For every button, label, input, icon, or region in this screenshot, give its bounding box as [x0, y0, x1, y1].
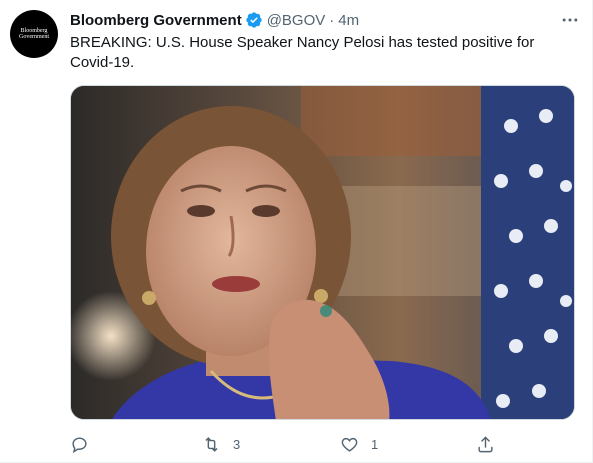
heart-icon — [341, 437, 358, 452]
share-button[interactable] — [476, 430, 495, 458]
like-button[interactable]: 1 — [340, 430, 378, 458]
avatar[interactable]: Bloomberg Government — [10, 10, 58, 58]
photo-image — [71, 86, 574, 419]
verified-badge-icon — [246, 12, 262, 28]
share-icon — [478, 435, 493, 452]
tweet-text: BREAKING: U.S. House Speaker Nancy Pelos… — [70, 34, 535, 71]
separator-dot: · — [329, 11, 335, 29]
tweet-photo[interactable] — [70, 85, 575, 420]
tweet-actions: 3 1 — [62, 430, 502, 458]
more-options-icon[interactable] — [560, 10, 580, 30]
retweet-icon — [205, 436, 218, 452]
retweet-button[interactable]: 3 — [202, 430, 240, 458]
author-handle[interactable]: @BGOV — [267, 12, 326, 29]
reply-button[interactable] — [70, 430, 101, 458]
tweet-header: Bloomberg Government @BGOV · 4m — [70, 9, 580, 31]
like-count: 1 — [371, 436, 379, 452]
author-name[interactable]: Bloomberg Government — [70, 12, 242, 29]
retweet-count: 3 — [233, 436, 241, 452]
timestamp[interactable]: 4m — [338, 12, 359, 29]
avatar-logo-line2: Government — [19, 34, 49, 40]
reply-icon — [72, 436, 87, 453]
